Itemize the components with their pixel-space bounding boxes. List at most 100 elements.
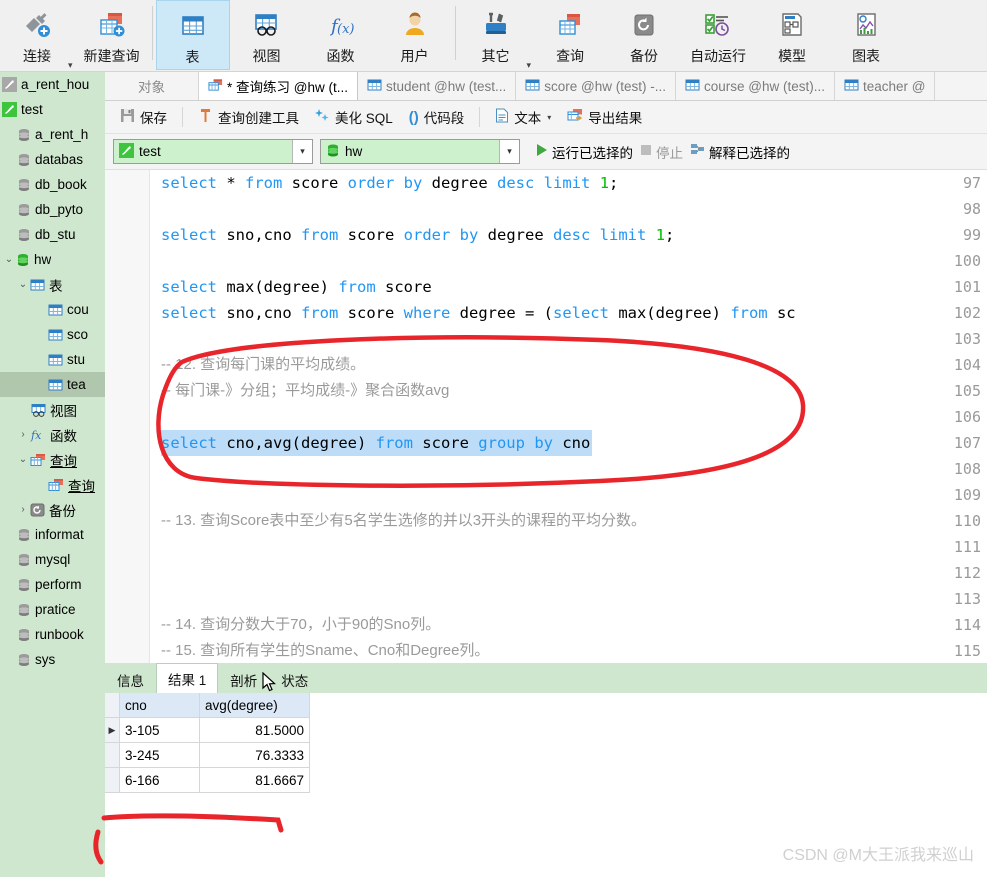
explain-selected-button[interactable]: 解释已选择的	[690, 142, 790, 162]
ribbon-item-new-query[interactable]: 新建查询	[75, 0, 149, 70]
cell-cno[interactable]: 3-105	[120, 718, 200, 743]
sidebar-item-db_stu[interactable]: db_stu	[0, 222, 105, 247]
database-tree-sidebar[interactable]: a_rent_hou test a_rent_h databas db_book	[0, 72, 105, 877]
tab-label: teacher @	[862, 78, 926, 94]
chevron-down-icon[interactable]: ▾	[499, 140, 519, 163]
sidebar-item-table-cou[interactable]: cou	[0, 297, 105, 322]
connection-icon	[2, 77, 17, 92]
cell-cno[interactable]: 3-245	[120, 743, 200, 768]
chevron-down-icon[interactable]: ⌄	[2, 254, 16, 265]
tab-object[interactable]: 对象	[105, 72, 199, 100]
chevron-right-icon[interactable]: ›	[16, 504, 30, 515]
sidebar-item-mysql[interactable]: mysql	[0, 547, 105, 572]
snippet-button[interactable]: () 代码段	[402, 104, 472, 130]
table-row[interactable]: 6-166 81.6667	[105, 768, 987, 793]
ribbon-item-automation[interactable]: 自动运行	[681, 0, 755, 70]
tab-result-1[interactable]: 结果 1	[156, 663, 219, 693]
sidebar-item-table-sco[interactable]: sco	[0, 322, 105, 347]
sidebar-item-functions-folder[interactable]: › fx 函数	[0, 422, 105, 447]
code-line-110[interactable]: -- 13. 查询Score表中至少有5名学生选修的并以3开头的课程的平均分数。	[161, 508, 646, 534]
sidebar-item-pratice[interactable]: pratice	[0, 597, 105, 622]
connection-select[interactable]: test ▾	[113, 139, 313, 164]
ribbon-item-table[interactable]: 表	[155, 0, 230, 70]
row-marker	[105, 743, 120, 768]
sidebar-item-backups-folder[interactable]: › 备份	[0, 497, 105, 522]
cell-avg-degree[interactable]: 81.6667	[200, 768, 310, 793]
cell-avg-degree[interactable]: 81.5000	[200, 718, 310, 743]
ribbon-item-other[interactable]: 其它	[459, 0, 533, 70]
code-line-105[interactable]: -- 每门课-》分组；平均成绩-》聚合函数avg	[161, 378, 449, 404]
column-header-avg-degree[interactable]: avg(degree)	[200, 693, 310, 718]
sidebar-item-queries-folder[interactable]: ⌄ 查询	[0, 447, 105, 472]
button-label: 代码段	[423, 111, 465, 126]
sidebar-item-information_schema[interactable]: informat	[0, 522, 105, 547]
code-line-114[interactable]: -- 14. 查询分数大于70，小于90的Sno列。	[161, 612, 440, 638]
sidebar-item-query-practice[interactable]: 查询	[0, 472, 105, 497]
ribbon-item-model[interactable]: 模型	[755, 0, 829, 70]
table-row[interactable]: 3-245 76.3333	[105, 743, 987, 768]
ribbon-item-chart[interactable]: 图表	[829, 0, 903, 70]
ribbon-item-user[interactable]: 用户	[378, 0, 452, 70]
sql-editor[interactable]: 97 98 99 100 101 102 103 104 105 106 107…	[105, 170, 987, 663]
ribbon-item-connect[interactable]: 连接	[0, 0, 74, 70]
database-select[interactable]: hw ▾	[320, 139, 520, 164]
cell-cno[interactable]: 6-166	[120, 768, 200, 793]
sidebar-item-a_rent_h[interactable]: a_rent_h	[0, 122, 105, 147]
tab-score[interactable]: score @hw (test) -...	[516, 72, 676, 100]
chevron-down-icon[interactable]: ▾	[547, 113, 551, 122]
connect-dropdown-caret[interactable]: ▾	[68, 60, 73, 71]
query-builder-button[interactable]: 查询创建工具	[191, 104, 306, 130]
code-line-99[interactable]: select sno,cno from score order by degre…	[161, 222, 674, 248]
tab-profile[interactable]: 剖析	[218, 666, 269, 693]
tab-student[interactable]: student @hw (test...	[357, 72, 517, 100]
chevron-down-icon[interactable]: ⌄	[16, 454, 30, 465]
text-view-button[interactable]: 文本 ▾	[488, 104, 558, 130]
ribbon-item-query[interactable]: 查询	[533, 0, 607, 70]
sidebar-item-test[interactable]: test	[0, 97, 105, 122]
sidebar-item-performance_schema[interactable]: perform	[0, 572, 105, 597]
code-line-101[interactable]: select max(degree) from score	[161, 274, 432, 300]
beautify-sql-button[interactable]: 美化 SQL	[308, 104, 400, 130]
tab-query-practice[interactable]: * 查询练习 @hw (t...	[199, 72, 358, 100]
sidebar-item-tables-folder[interactable]: ⌄ 表	[0, 272, 105, 297]
button-label: 导出结果	[588, 111, 643, 126]
cell-avg-degree[interactable]: 76.3333	[200, 743, 310, 768]
tab-course[interactable]: course @hw (test)...	[675, 72, 835, 100]
code-line-102[interactable]: select sno,cno from score where degree =…	[161, 300, 796, 326]
export-results-button[interactable]: 导出结果	[560, 104, 649, 130]
code-area[interactable]: select * from score order by degree desc…	[151, 170, 987, 663]
database-icon	[17, 203, 31, 217]
sidebar-item-hw[interactable]: ⌄ hw	[0, 247, 105, 272]
ribbon-item-backup[interactable]: 备份	[607, 0, 681, 70]
other-dropdown-caret[interactable]: ▾	[527, 60, 532, 71]
results-grid[interactable]: cno avg(degree) ▶ 3-105 81.5000 3-245 76…	[105, 693, 987, 843]
sidebar-item-label: runbook	[35, 627, 84, 642]
tab-teacher[interactable]: teacher @	[834, 72, 936, 100]
chevron-down-icon[interactable]: ▾	[292, 140, 312, 163]
code-line-107[interactable]: select cno,avg(degree) from score group …	[161, 430, 593, 456]
sidebar-item-database[interactable]: databas	[0, 147, 105, 172]
column-header-cno[interactable]: cno	[120, 693, 200, 718]
run-selected-button[interactable]: 运行已选择的	[535, 142, 633, 162]
sidebar-item-views-folder[interactable]: 视图	[0, 397, 105, 422]
sidebar-item-db_book[interactable]: db_book	[0, 172, 105, 197]
chevron-down-icon[interactable]: ⌄	[16, 279, 30, 290]
stop-button[interactable]: 停止	[640, 142, 683, 162]
sidebar-item-table-tea[interactable]: tea	[0, 372, 105, 397]
sidebar-item-sys[interactable]: sys	[0, 647, 105, 672]
code-line-115[interactable]: -- 15. 查询所有学生的Sname、Cno和Degree列。	[161, 638, 489, 663]
ribbon-item-function[interactable]: f (x) 函数	[304, 0, 378, 70]
tab-status[interactable]: 状态	[269, 666, 320, 693]
sidebar-item-db_pyto[interactable]: db_pyto	[0, 197, 105, 222]
save-button[interactable]: 保存	[113, 104, 174, 130]
table-row[interactable]: ▶ 3-105 81.5000	[105, 718, 987, 743]
ribbon-item-view[interactable]: 视图	[230, 0, 304, 70]
ribbon-item-label: 表	[185, 49, 200, 65]
sidebar-item-table-stu[interactable]: stu	[0, 347, 105, 372]
code-line-104[interactable]: -- 12. 查询每门课的平均成绩。	[161, 352, 365, 378]
code-line-97[interactable]: select * from score order by degree desc…	[161, 170, 618, 196]
tab-info[interactable]: 信息	[105, 666, 156, 693]
chevron-right-icon[interactable]: ›	[16, 429, 30, 440]
sidebar-item-runbook[interactable]: runbook	[0, 622, 105, 647]
sidebar-item-a_rent_hou[interactable]: a_rent_hou	[0, 72, 105, 97]
